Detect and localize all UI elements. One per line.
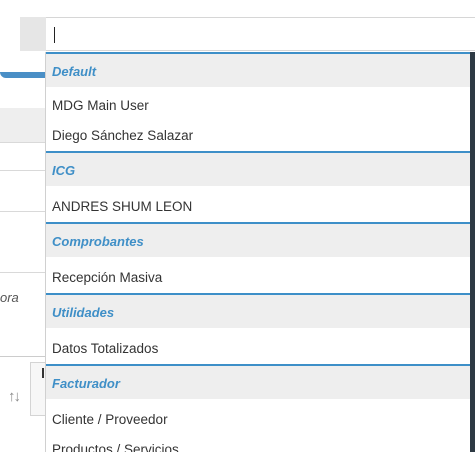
option-item[interactable]: Productos / Servicios (46, 435, 470, 452)
group-header-default: Default (46, 52, 470, 87)
option-item[interactable]: Diego Sánchez Salazar (46, 121, 470, 151)
background-divider (0, 272, 46, 273)
background-divider (0, 211, 46, 212)
group-header-utilidades: Utilidades (46, 293, 470, 328)
background-panel (0, 108, 46, 142)
background-divider (0, 170, 46, 171)
text-caret (54, 27, 55, 43)
search-field[interactable] (46, 17, 475, 51)
background-label: ora (0, 290, 19, 305)
background-tab-accent (0, 72, 46, 78)
search-addon (20, 17, 46, 51)
option-item[interactable]: MDG Main User (46, 91, 470, 121)
background-divider (0, 142, 46, 143)
option-item[interactable]: Cliente / Proveedor (46, 405, 470, 435)
sort-icon[interactable]: ↑↓ (8, 388, 21, 405)
dropdown-list[interactable]: Default MDG Main User Diego Sánchez Sala… (45, 52, 475, 452)
scrollbar[interactable] (470, 52, 475, 452)
background-table-border (0, 356, 46, 357)
background-cursor-mark (42, 368, 44, 378)
group-header-comprobantes: Comprobantes (46, 222, 470, 257)
group-header-icg: ICG (46, 151, 470, 186)
group-header-facturador: Facturador (46, 364, 470, 399)
option-item[interactable]: Datos Totalizados (46, 334, 470, 364)
option-item[interactable]: Recepción Masiva (46, 263, 470, 293)
option-item[interactable]: ANDRES SHUM LEON (46, 192, 470, 222)
search-input[interactable] (46, 18, 475, 50)
